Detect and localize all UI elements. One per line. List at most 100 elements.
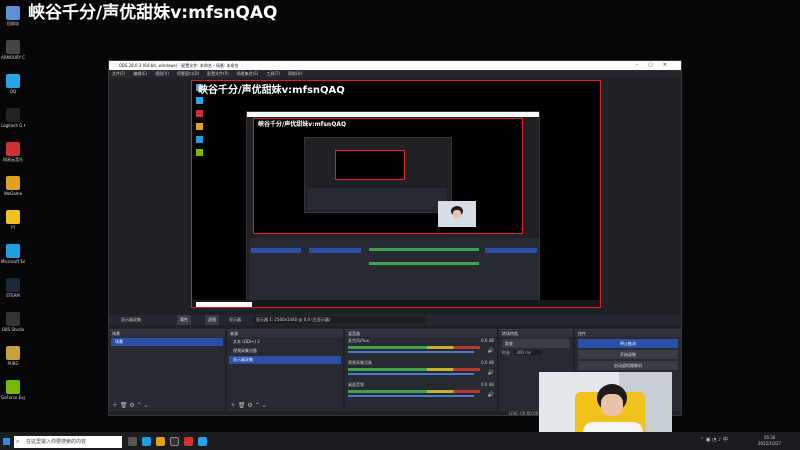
menu-item[interactable]: 视图(V): [155, 71, 169, 76]
desktop-icon[interactable]: PUBG: [1, 346, 25, 366]
clock-date: 2022/10/27: [758, 441, 782, 446]
desktop-icon-label: OBS Studio: [1, 327, 25, 332]
menu-item[interactable]: 文件(F): [112, 71, 125, 76]
desktop-icon[interactable]: YY: [1, 210, 25, 230]
properties-button[interactable]: 属性: [177, 315, 191, 325]
desktop-icon[interactable]: 回收站: [1, 6, 25, 26]
menu-bar: 文件(F) 编辑(E) 视图(V) 停靠窗口(D) 配置文件(P) 场景集合(S) 工具(T…: [109, 70, 681, 78]
obs-window: OBS 28.0.3 (64-bit, windows) - 配置文件: 未命名…: [108, 60, 682, 416]
obs-title-text: OBS 28.0.3 (64-bit, windows) - 配置文件: 未命名…: [119, 63, 239, 68]
duration-input[interactable]: 300 ms: [514, 350, 542, 355]
stop-streaming-button[interactable]: 停止推流: [578, 339, 678, 348]
obs-taskbar-icon[interactable]: [170, 437, 179, 446]
mixer-channel-db: 0.0 dB: [481, 360, 494, 365]
speaker-icon[interactable]: 🔊: [488, 370, 494, 376]
speaker-icon[interactable]: 🔊: [488, 392, 494, 398]
qq-icon: [6, 74, 20, 88]
taskbar-search-input[interactable]: 在这里输入你要搜索的内容: [14, 436, 122, 448]
nested-docks: [249, 238, 539, 300]
mixer-channel-name: 桌面音频: [348, 382, 364, 387]
desktop-icon-label: 网易云音乐: [3, 157, 23, 162]
scene-item[interactable]: 场景: [111, 338, 223, 346]
menu-item[interactable]: 编辑(E): [133, 71, 147, 76]
qq-taskbar-icon[interactable]: [198, 437, 207, 446]
preview-desktop-icons: [196, 81, 204, 303]
file-explorer-icon[interactable]: [156, 437, 165, 446]
source-item[interactable]: 文本 (GDI+) 2: [229, 338, 341, 346]
duration-label: 时长: [502, 350, 510, 355]
filters-button[interactable]: 滤镜: [205, 315, 219, 325]
nested-overlay-text: 峡谷千分/声优甜妹v:mfsnQAQ: [258, 121, 347, 128]
start-virtual-camera-button[interactable]: 启动虚拟摄像机: [578, 361, 678, 370]
controls-header: 控件: [575, 330, 681, 337]
desktop-icon-column: 回收站 ARMOURY CRATE QQ Logitech G HUB 网易云音乐 WeG…: [0, 0, 26, 432]
display-select[interactable]: 显示器 1: 2560x1440 @ 0,0 (主显示器): [253, 316, 425, 324]
desktop-icon[interactable]: STEAM: [1, 278, 25, 298]
armoury-crate-icon: [6, 40, 20, 54]
mixer-channel: 视频采集设备 0.0 dB 🔊: [345, 359, 497, 381]
nested-obs-window-2: [304, 137, 452, 213]
scene-list-buttons[interactable]: ＋ 🗑 ⚙ ⌃ ⌄: [112, 400, 149, 409]
desktop-icon-label: GeForce Experience: [1, 395, 25, 400]
desktop-icon[interactable]: OBS Studio: [1, 312, 25, 332]
nested-preview: 峡谷千分/声优甜妹v:mfsnQAQ: [253, 118, 523, 234]
clock[interactable]: 16:30 2022/10/27: [758, 435, 781, 447]
desktop-icon[interactable]: QQ: [1, 74, 25, 94]
desktop-icon[interactable]: Logitech G HUB: [1, 108, 25, 128]
source-item[interactable]: 显示器采集: [229, 356, 341, 364]
edge-icon: [6, 244, 20, 258]
mixer-channel: 桌面音频 0.0 dB 🔊: [345, 381, 497, 403]
desktop-icon-label: ARMOURY CRATE: [1, 55, 25, 60]
search-icon: ⌕: [16, 438, 20, 445]
task-view-icon[interactable]: [128, 437, 137, 446]
menu-item[interactable]: 工具(T): [266, 71, 280, 76]
source-toolbar: 显示器采集 属性 滤镜 显示器 显示器 1: 2560x1440 @ 0,0 (…: [109, 315, 681, 325]
scenes-dock: 场景 场景 ＋ 🗑 ⚙ ⌃ ⌄: [109, 329, 225, 411]
mixer-channel-name: 视频采集设备: [348, 360, 372, 365]
transition-select[interactable]: 渐变: [502, 339, 570, 348]
geforce-icon: [6, 380, 20, 394]
mixer-channel-db: 0.0 dB: [481, 338, 494, 343]
desktop-icon-label: PUBG: [7, 361, 19, 366]
transitions-header: 转场特效: [499, 330, 573, 337]
edge-taskbar-icon[interactable]: [142, 437, 151, 446]
sources-dock: 来源 文本 (GDI+) 2 视频采集设备 显示器采集 ＋ 🗑 ⚙ ⌃ ⌄: [227, 329, 343, 411]
display-label: 显示器: [229, 317, 241, 322]
preview-canvas[interactable]: 峡谷千分/声优甜妹v:mfsnQAQ 峡谷千分/声优甜妹v:mfsnQAQ: [191, 80, 601, 308]
preview-taskbar: [192, 300, 600, 307]
obs-icon: [6, 312, 20, 326]
menu-item[interactable]: 场景集合(S): [237, 71, 259, 76]
music-taskbar-icon[interactable]: [184, 437, 193, 446]
sources-header: 来源: [227, 330, 343, 337]
menu-item[interactable]: 帮助(H): [288, 71, 302, 76]
mixer-header: 混音器: [345, 330, 497, 337]
selected-source-label: 显示器采集: [121, 317, 141, 322]
music-icon: [6, 142, 20, 156]
audio-mixer-dock: 混音器 麦克风/Aux 0.0 dB 🔊 视频采集设备 0.0 dB 🔊 桌面音频 0.0 d…: [345, 329, 497, 411]
window-controls[interactable]: –▢✕: [636, 61, 677, 70]
wegame-icon: [6, 176, 20, 190]
start-recording-button[interactable]: 开始录制: [578, 350, 678, 359]
desktop-icon-label: Microsoft Edge: [1, 259, 25, 264]
desktop-icon[interactable]: 网易云音乐: [1, 142, 25, 162]
status-bar-text: LIVE: 00:00:00: [509, 411, 539, 416]
windows-start-icon[interactable]: [3, 438, 10, 445]
desktop-icon[interactable]: Microsoft Edge: [1, 244, 25, 264]
mixer-channel-name: 麦克风/Aux: [348, 338, 369, 343]
source-list-buttons[interactable]: ＋ 🗑 ⚙ ⌃ ⌄: [230, 400, 267, 409]
desktop-icon[interactable]: GeForce Experience: [1, 380, 25, 400]
mixer-channel-db: 0.0 dB: [481, 382, 494, 387]
source-item[interactable]: 视频采集设备: [229, 347, 341, 355]
desktop-icon-label: YY: [10, 225, 16, 230]
desktop-icon[interactable]: WeGame: [1, 176, 25, 196]
system-tray-icons[interactable]: ⌃ ▣ ◔ ♪ 中: [700, 436, 728, 443]
menu-item[interactable]: 停靠窗口(D): [177, 71, 199, 76]
volume-slider[interactable]: [348, 351, 474, 353]
speaker-icon[interactable]: 🔊: [488, 348, 494, 354]
volume-slider[interactable]: [348, 373, 474, 375]
menu-item[interactable]: 配置文件(P): [207, 71, 229, 76]
volume-slider[interactable]: [348, 395, 474, 397]
desktop-icon[interactable]: ARMOURY CRATE: [1, 40, 25, 60]
volume-meter: [348, 346, 480, 349]
stream-title-overlay: 峡谷千分/声优甜妹v:mfsnQAQ: [28, 3, 278, 23]
